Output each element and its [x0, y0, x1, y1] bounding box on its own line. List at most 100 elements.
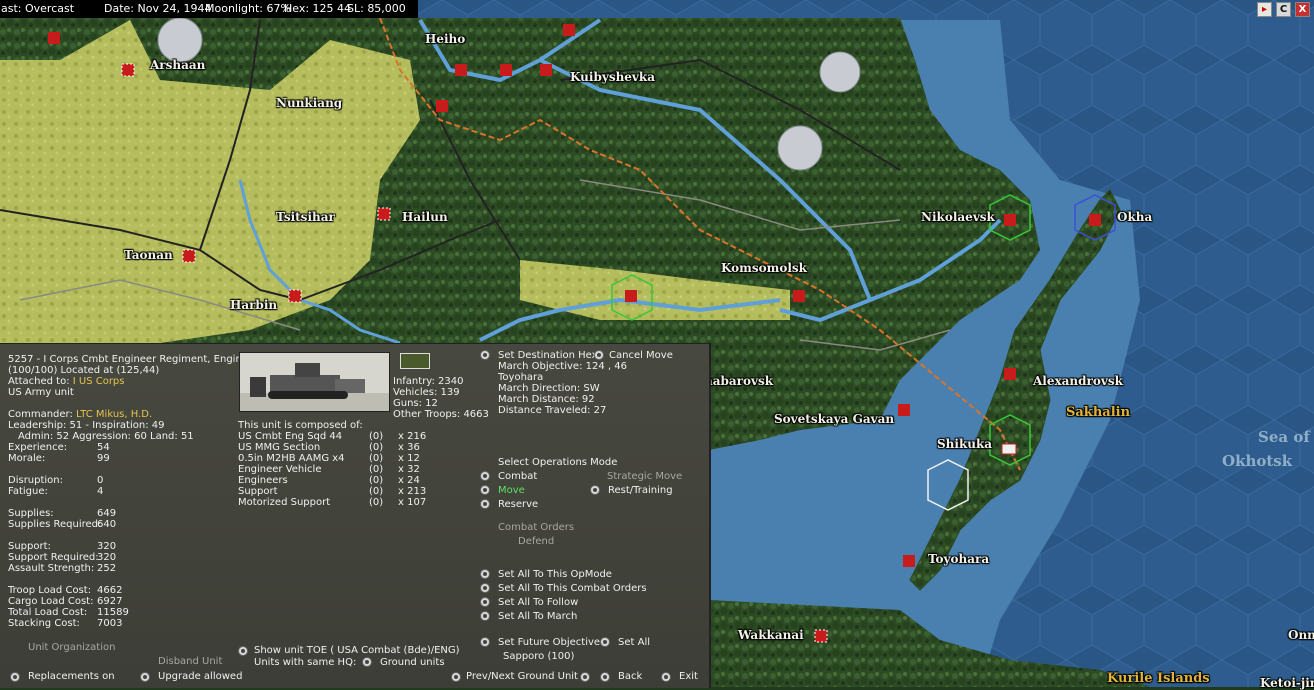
upgrade-toggle[interactable]: Upgrade allowed: [158, 671, 242, 682]
map-label-sea-line1: Sea of: [1258, 428, 1310, 446]
move-mode-button[interactable]: Move: [498, 485, 525, 496]
combat-orders-header: Combat Orders: [498, 522, 575, 533]
cancel-move-radio-icon[interactable]: [594, 350, 604, 360]
map-label-heiho: Heiho: [425, 32, 466, 46]
map-label-khabarovsk: habarovsk: [704, 374, 774, 388]
combat-mode-button[interactable]: Combat: [498, 471, 537, 482]
weather-text: ast: Overcast: [1, 2, 75, 15]
composition-name: US MMG Section: [238, 442, 321, 453]
flag-button[interactable]: ▸: [1257, 2, 1272, 17]
map-label-wakkanai: Wakkanai: [738, 628, 804, 642]
back-radio-icon[interactable]: [600, 672, 610, 682]
set-all-combat-button[interactable]: Set All To This Combat Orders: [498, 583, 647, 594]
strategic-move-button[interactable]: Strategic Move: [607, 471, 682, 482]
opmode-header: Select Operations Mode: [498, 457, 618, 468]
set-all-radio-icon[interactable]: [600, 637, 610, 647]
cancel-move-button[interactable]: Cancel Move: [609, 350, 673, 361]
stat-label: Cargo Load Cost:: [8, 596, 94, 607]
same-hq-label: Units with same HQ:: [254, 657, 357, 668]
stat-value: 99: [97, 453, 110, 464]
composition-count: x 213: [398, 486, 427, 497]
upgrade-radio-icon[interactable]: [140, 672, 150, 682]
set-all-button[interactable]: Set All: [618, 637, 650, 648]
show-toe-button[interactable]: Show unit TOE ( USA Combat (Bde)/ENG): [254, 645, 460, 656]
composition-count: x 24: [398, 475, 420, 486]
stat-value: 649: [97, 508, 117, 519]
map-label-kurile: Kurile Islands: [1107, 671, 1210, 686]
set-destination-radio-icon[interactable]: [480, 350, 490, 360]
move-radio-icon[interactable]: [480, 485, 490, 495]
set-all-opmode-button[interactable]: Set All To This OpMode: [498, 569, 612, 580]
composition-dmg: (0): [369, 497, 384, 508]
stat-value: 252: [97, 563, 117, 574]
map-label-nikolaevsk: Nikolaevsk: [921, 210, 995, 224]
set-future-objective-button[interactable]: Set Future Objective: [498, 637, 600, 648]
set-all-march-radio-icon[interactable]: [480, 611, 490, 621]
reserve-radio-icon[interactable]: [480, 499, 490, 509]
attached-to: Attached to: I US Corps: [8, 376, 125, 387]
march-objective-name: Toyohara: [498, 372, 544, 383]
set-all-follow-button[interactable]: Set All To Follow: [498, 597, 578, 608]
hex-text: Hex: 125 44: [284, 2, 352, 15]
rest-training-radio-icon[interactable]: [590, 485, 600, 495]
map-label-alexandrovsk: Alexandrovsk: [1033, 374, 1123, 388]
set-all-follow-radio-icon[interactable]: [480, 597, 490, 607]
march-distance: March Distance: 92: [498, 394, 595, 405]
combat-radio-icon[interactable]: [480, 471, 490, 481]
commander-link[interactable]: LTC Mikus, H.D.: [76, 409, 152, 420]
composition-dmg: (0): [369, 464, 384, 475]
next-unit-arrow-icon[interactable]: [580, 672, 590, 682]
attached-hq-link[interactable]: I US Corps: [73, 376, 125, 387]
reserve-mode-button[interactable]: Reserve: [498, 499, 538, 510]
defend-order-button[interactable]: Defend: [518, 536, 554, 547]
map-label-komsomolsk: Komsomolsk: [721, 261, 807, 275]
replacements-radio-icon[interactable]: [10, 672, 20, 682]
stat-label: Total Load Cost:: [8, 607, 88, 618]
map-label-hailun: Hailun: [402, 210, 448, 224]
composition-name: US Cmbt Eng Sqd 44: [238, 431, 343, 442]
map-label-tsitsihar: Tsitsihar: [276, 210, 335, 224]
leadership: Leadership: 51 - Inspiration: 49: [8, 420, 165, 431]
stat-value: 320: [97, 541, 117, 552]
map-label-toyohara: Toyohara: [928, 552, 990, 566]
map-label-ketoi: Ketoi-jim: [1260, 676, 1314, 690]
march-direction: March Direction: SW: [498, 383, 600, 394]
rest-training-button[interactable]: Rest/Training: [608, 485, 673, 496]
stat-label: Disruption:: [8, 475, 64, 486]
prev-next-ground-unit-button[interactable]: Prev/Next Ground Unit: [466, 671, 578, 682]
close-button[interactable]: X: [1295, 2, 1310, 17]
map-label-kuibyshevka: Kuibyshevka: [570, 70, 655, 84]
composition-count: x 36: [398, 442, 420, 453]
composition-dmg: (0): [369, 475, 384, 486]
combat-report-button[interactable]: C: [1276, 2, 1291, 17]
map-label-sakhalin: Sakhalin: [1066, 405, 1131, 420]
stat-label: Experience:: [8, 442, 68, 453]
ground-units-button[interactable]: Ground units: [380, 657, 445, 668]
back-button[interactable]: Back: [618, 671, 642, 682]
unit-organization-button[interactable]: Unit Organization: [28, 642, 115, 653]
set-all-march-button[interactable]: Set All To March: [498, 611, 577, 622]
stat-value: 7003: [97, 618, 123, 629]
ground-units-radio-icon[interactable]: [362, 657, 372, 667]
stat-label: Assault Strength:: [8, 563, 95, 574]
replacements-toggle[interactable]: Replacements on: [28, 671, 115, 682]
prev-unit-arrow-icon[interactable]: [451, 672, 461, 682]
future-objective-radio-icon[interactable]: [480, 637, 490, 647]
exit-button[interactable]: Exit: [679, 671, 698, 682]
composition-count: x 32: [398, 464, 420, 475]
disband-unit-button[interactable]: Disband Unit: [158, 656, 222, 667]
composition-name: Engineer Vehicle: [238, 464, 322, 475]
exit-radio-icon[interactable]: [661, 672, 671, 682]
infantry-count: Infantry: 2340: [393, 376, 464, 387]
show-toe-radio-icon[interactable]: [238, 646, 248, 656]
set-all-combat-radio-icon[interactable]: [480, 583, 490, 593]
unit-detail-panel: 5257 - I Corps Cmbt Engineer Regiment, E…: [0, 343, 711, 688]
set-all-opmode-radio-icon[interactable]: [480, 569, 490, 579]
commander-label: Commander:: [8, 409, 77, 420]
composition-name: Support: [238, 486, 278, 497]
set-destination-button[interactable]: Set Destination Hex: [498, 350, 598, 361]
stat-label: Support Required:: [8, 552, 99, 563]
date-text: Date: Nov 24, 1944: [104, 2, 212, 15]
stat-value: 320: [97, 552, 117, 563]
stat-label: Support:: [8, 541, 51, 552]
